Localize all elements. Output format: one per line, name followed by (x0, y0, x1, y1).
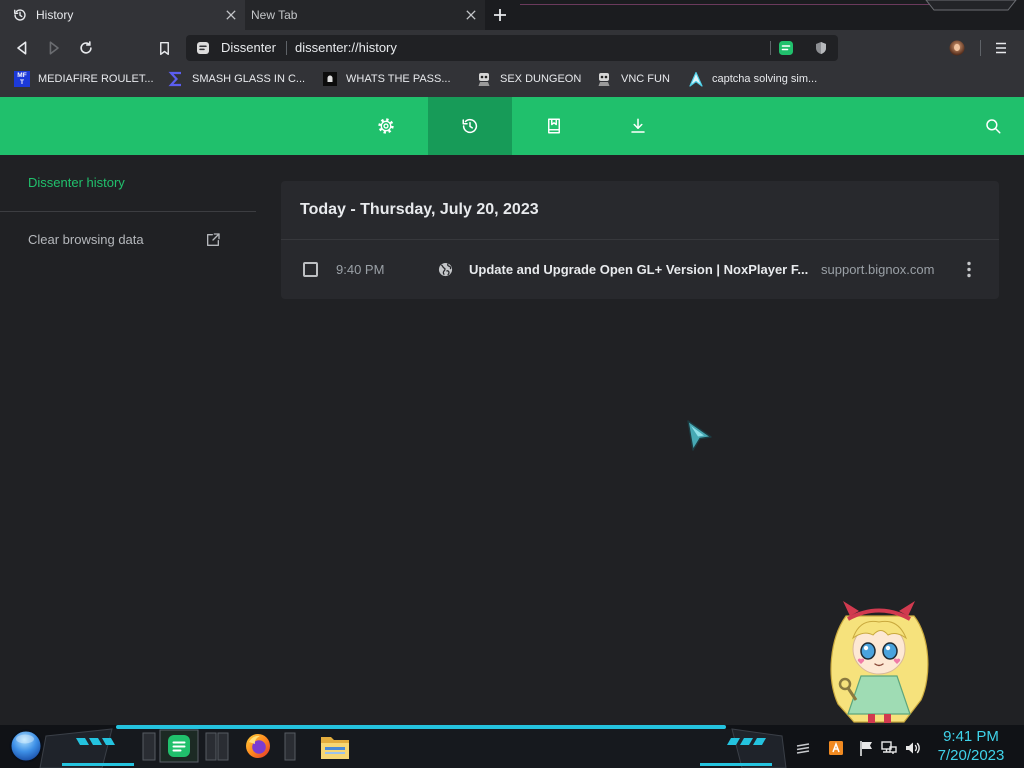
teal-a-icon (689, 71, 703, 87)
forward-button[interactable] (42, 36, 66, 60)
tab-new-tab[interactable]: New Tab (245, 0, 485, 30)
taskbar-clock[interactable]: 9:41 PM 7/20/2023 (930, 727, 1012, 765)
site-name: Dissenter (221, 40, 276, 55)
firefox-icon[interactable] (245, 733, 271, 759)
tab-title: New Tab (251, 8, 298, 22)
bookmark-label: SEX DUNGEON (500, 73, 582, 85)
bookmark-captcha[interactable]: captcha solving sim... (688, 65, 817, 93)
dissenter-comment-icon[interactable] (778, 40, 794, 56)
back-arrow-icon (17, 41, 27, 55)
omnibox-divider (770, 41, 771, 55)
start-orb-icon[interactable] (9, 729, 43, 763)
history-icon (462, 118, 478, 134)
tab-history[interactable]: History (0, 0, 245, 30)
shield-icon[interactable] (814, 41, 828, 55)
bookmark-mediafire[interactable]: MF T MEDIAFIRE ROULET... (14, 65, 154, 93)
orange-app-icon[interactable] (827, 739, 845, 757)
bookmark-whats-the-pass[interactable]: WHATS THE PASS... (322, 65, 451, 93)
address-bar[interactable]: Dissenter dissenter://history (186, 35, 838, 61)
robot-icon (598, 73, 610, 86)
close-tab-icon[interactable] (466, 10, 476, 20)
globe-icon (438, 262, 453, 277)
entry-title-link[interactable]: Update and Upgrade Open GL+ Version | No… (469, 240, 814, 299)
bookmark-smash-glass[interactable]: SMASH GLASS IN C... (168, 65, 305, 93)
sidebar-item-dissenter-history[interactable]: Dissenter history (28, 175, 125, 191)
gear-icon (378, 118, 394, 134)
bookmark-vnc-fun[interactable]: VNC FUN (596, 65, 670, 93)
omnibox-divider (286, 41, 287, 55)
external-link-icon[interactable] (205, 232, 221, 248)
search-icon (986, 119, 1001, 134)
clock-time: 9:41 PM (943, 728, 999, 745)
close-tab-icon[interactable] (226, 10, 236, 20)
reload-icon (80, 41, 92, 54)
bookmark-label: SMASH GLASS IN C... (192, 73, 306, 85)
bookmark-icon (159, 41, 169, 55)
nav-settings-button[interactable] (344, 97, 428, 155)
tab-strip: History New Tab (0, 0, 1024, 30)
dissenter-favicon (196, 41, 210, 55)
dissenter-app-icon[interactable] (167, 734, 191, 758)
reload-button[interactable] (74, 36, 98, 60)
download-icon (631, 118, 645, 133)
nav-bookmarks-button[interactable] (512, 97, 596, 155)
robot-icon (478, 73, 490, 86)
entry-checkbox[interactable] (303, 262, 318, 277)
flag-icon[interactable] (857, 739, 875, 757)
hamburger-menu-icon[interactable] (994, 42, 1008, 54)
history-entry[interactable]: 9:40 PM Update and Upgrade Open GL+ Vers… (281, 240, 999, 299)
volume-icon[interactable] (904, 739, 922, 757)
bookmark-sex-dungeon[interactable]: SEX DUNGEON (476, 65, 581, 93)
entry-time: 9:40 PM (336, 262, 385, 277)
history-icon (13, 8, 27, 22)
bookmark-book-icon (548, 118, 560, 134)
desktop-character-sticker (826, 596, 932, 725)
sidebar-divider (0, 211, 256, 212)
toolbar-divider (980, 40, 981, 56)
back-button[interactable] (10, 36, 34, 60)
mediafire-icon-text: MF (17, 72, 27, 79)
sigma-icon (168, 71, 181, 87)
hidden-icons-icon[interactable] (794, 739, 812, 757)
bookmark-label: WHATS THE PASS... (346, 73, 451, 85)
bookmarks-bar: MF T MEDIAFIRE ROULET... SMASH GLASS IN … (0, 65, 1024, 97)
nav-downloads-button[interactable] (596, 97, 680, 155)
forward-arrow-icon (49, 41, 59, 55)
url-text[interactable]: dissenter://history (295, 35, 397, 61)
profile-avatar[interactable] (949, 40, 965, 56)
browser-toolbar: Dissenter dissenter://history (0, 30, 1024, 65)
nav-history-button[interactable] (428, 97, 512, 155)
file-explorer-icon[interactable] (319, 732, 351, 762)
bookmark-label: captcha solving sim... (712, 73, 818, 85)
new-tab-plus-icon[interactable] (493, 8, 507, 22)
mediafire-icon: MF T (14, 71, 30, 87)
bookmark-label: VNC FUN (621, 73, 670, 85)
clock-date: 7/20/2023 (937, 747, 1005, 764)
dissenter-nav-bar (0, 97, 1024, 155)
more-vertical-icon[interactable] (963, 261, 975, 278)
history-date-heading: Today - Thursday, July 20, 2023 (300, 201, 539, 218)
mouse-cursor (684, 418, 714, 454)
clear-browsing-data-link[interactable]: Clear browsing data (28, 232, 144, 248)
dark-site-icon (323, 72, 337, 86)
tab-title: History (36, 8, 74, 22)
nav-search-button[interactable] (973, 97, 1013, 155)
bookmark-page-button[interactable] (152, 36, 176, 60)
history-card: Today - Thursday, July 20, 2023 9:40 PM … (281, 181, 999, 299)
entry-domain: support.bignox.com (821, 262, 935, 277)
bookmark-label: MEDIAFIRE ROULET... (38, 73, 154, 85)
network-icon[interactable] (880, 739, 898, 757)
mediafire-icon-text: T (20, 79, 24, 86)
